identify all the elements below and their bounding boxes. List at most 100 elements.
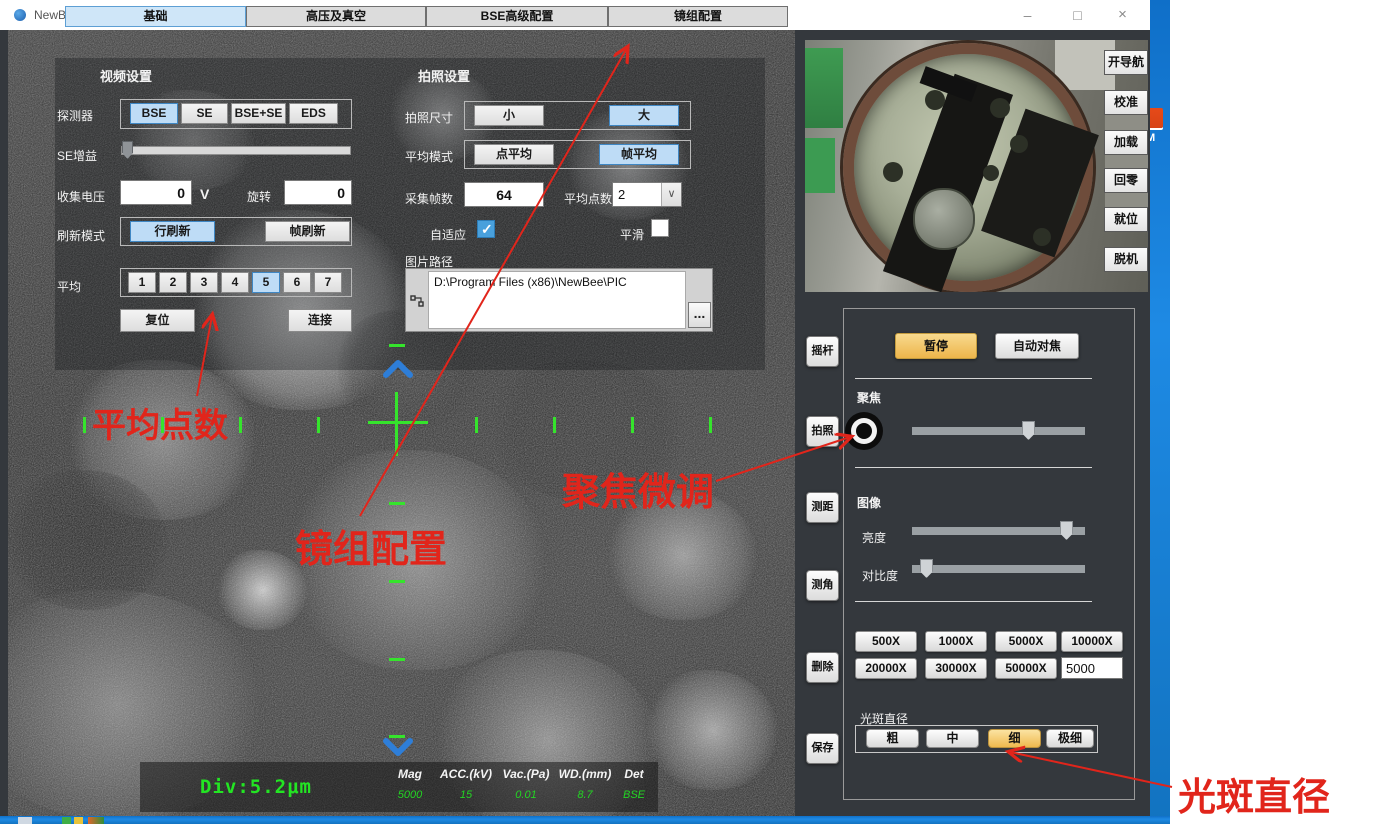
autofocus-button[interactable]: 自动对焦 bbox=[995, 333, 1079, 359]
taskbar-icon[interactable] bbox=[88, 817, 104, 824]
ruler-tick bbox=[709, 417, 712, 433]
tab-basic[interactable]: 基础 bbox=[65, 6, 246, 27]
status-acc: ACC.(kV)15 bbox=[435, 767, 497, 801]
average-5-button[interactable]: 5 bbox=[252, 272, 280, 293]
detector-label: 探测器 bbox=[57, 107, 93, 124]
average-2-button[interactable]: 2 bbox=[159, 272, 187, 293]
average-4-button[interactable]: 4 bbox=[221, 272, 249, 293]
mag-20000x-button[interactable]: 20000X bbox=[855, 658, 917, 679]
average-6-button[interactable]: 6 bbox=[283, 272, 311, 293]
pic-path-value[interactable]: D:\Program Files (x86)\NewBee\PIC bbox=[428, 271, 686, 329]
mag-30000x-button[interactable]: 30000X bbox=[925, 658, 987, 679]
adaptive-label: 自适应 bbox=[430, 226, 466, 243]
camera-hole bbox=[990, 98, 1010, 118]
measure-distance-button[interactable]: 测距 bbox=[806, 492, 839, 523]
taskbar-icon[interactable] bbox=[62, 817, 71, 824]
taskbar bbox=[0, 816, 1170, 824]
chevron-up-icon[interactable] bbox=[383, 359, 413, 379]
taskbar-icon[interactable] bbox=[74, 817, 83, 824]
maximize-button[interactable]: □ bbox=[1055, 0, 1100, 30]
brightness-slider-track[interactable] bbox=[912, 527, 1085, 535]
close-button[interactable]: × bbox=[1100, 0, 1145, 30]
nav-offline-button[interactable]: 脱机 bbox=[1104, 247, 1148, 272]
refresh-frame-button[interactable]: 帧刷新 bbox=[265, 221, 350, 242]
divider bbox=[855, 601, 1092, 602]
tab-hv-vacuum[interactable]: 高压及真空 bbox=[246, 6, 426, 27]
ruler-tick bbox=[389, 502, 405, 505]
magnification-input[interactable] bbox=[1061, 657, 1123, 679]
pic-path-box: D:\Program Files (x86)\NewBee\PIC ... bbox=[405, 268, 713, 332]
taskbar-icon[interactable] bbox=[18, 817, 32, 824]
browse-button[interactable]: ... bbox=[688, 302, 711, 328]
mag-50000x-button[interactable]: 50000X bbox=[995, 658, 1057, 679]
status-mag: Mag5000 bbox=[385, 767, 435, 801]
nav-in-position-button[interactable]: 就位 bbox=[1104, 207, 1148, 232]
refresh-line-button[interactable]: 行刷新 bbox=[130, 221, 215, 242]
ruler-tick bbox=[83, 417, 86, 433]
nav-home-button[interactable]: 回零 bbox=[1104, 168, 1148, 193]
detector-bse-se-button[interactable]: BSE+SE bbox=[231, 103, 286, 124]
measure-angle-button[interactable]: 测角 bbox=[806, 570, 839, 601]
detector-bse-button[interactable]: BSE bbox=[130, 103, 178, 124]
frames-label: 采集帧数 bbox=[405, 190, 453, 207]
frames-input[interactable] bbox=[464, 182, 544, 207]
minimize-button[interactable]: – bbox=[1005, 0, 1050, 30]
ruler-tick bbox=[389, 344, 405, 347]
nav-calibrate-button[interactable]: 校准 bbox=[1104, 90, 1148, 115]
mag-10000x-button[interactable]: 10000X bbox=[1061, 631, 1123, 652]
reset-button[interactable]: 复位 bbox=[120, 309, 195, 332]
average-7-button[interactable]: 7 bbox=[314, 272, 342, 293]
contrast-label: 对比度 bbox=[862, 567, 898, 584]
capture-button[interactable]: 拍照 bbox=[806, 416, 839, 447]
point-average-button[interactable]: 点平均 bbox=[474, 144, 554, 165]
save-button[interactable]: 保存 bbox=[806, 733, 839, 764]
nav-open-navigation-button[interactable]: 开导航 bbox=[1104, 50, 1148, 75]
refresh-mode-label: 刷新模式 bbox=[57, 227, 105, 244]
divider bbox=[855, 467, 1092, 468]
size-large-button[interactable]: 大 bbox=[609, 105, 679, 126]
mag-500x-button[interactable]: 500X bbox=[855, 631, 917, 652]
adaptive-checkbox[interactable] bbox=[477, 220, 495, 238]
average-1-button[interactable]: 1 bbox=[128, 272, 156, 293]
frame-average-button[interactable]: 帧平均 bbox=[599, 144, 679, 165]
mag-1000x-button[interactable]: 1000X bbox=[925, 631, 987, 652]
focus-fine-knob[interactable] bbox=[845, 412, 883, 450]
detector-se-button[interactable]: SE bbox=[181, 103, 228, 124]
screen: M NewBee – □ × bbox=[0, 0, 1385, 824]
focus-label: 聚焦 bbox=[857, 389, 881, 406]
connect-button[interactable]: 连接 bbox=[288, 309, 352, 332]
chevron-down-icon[interactable]: ∨ bbox=[661, 183, 681, 206]
mag-5000x-button[interactable]: 5000X bbox=[995, 631, 1057, 652]
annotation-spot-diameter: 光斑直径 bbox=[1178, 766, 1330, 821]
se-gain-slider-track[interactable] bbox=[121, 146, 351, 155]
voltage-unit-label: V bbox=[200, 186, 209, 202]
crosshair bbox=[368, 421, 428, 424]
path-picker-icon[interactable] bbox=[410, 295, 424, 307]
detector-eds-button[interactable]: EDS bbox=[289, 103, 338, 124]
pause-button[interactable]: 暂停 bbox=[895, 333, 977, 359]
image-section-label: 图像 bbox=[857, 494, 881, 511]
average-3-button[interactable]: 3 bbox=[190, 272, 218, 293]
smooth-checkbox[interactable] bbox=[651, 219, 669, 237]
tab-lens-config[interactable]: 镜组配置 bbox=[608, 6, 788, 27]
ruler-tick bbox=[631, 417, 634, 433]
focus-slider-track[interactable] bbox=[912, 427, 1085, 435]
chevron-down-icon[interactable] bbox=[383, 737, 413, 757]
contrast-slider-track[interactable] bbox=[912, 565, 1085, 573]
photo-settings-title: 拍照设置 bbox=[418, 66, 470, 85]
status-wd: WD.(mm)8.7 bbox=[555, 767, 615, 801]
camera-hole bbox=[1033, 228, 1051, 246]
collect-voltage-input[interactable] bbox=[120, 180, 192, 205]
ruler-tick bbox=[239, 417, 242, 433]
nav-load-button[interactable]: 加载 bbox=[1104, 130, 1148, 155]
camera-hole bbox=[925, 90, 945, 110]
delete-button[interactable]: 删除 bbox=[806, 652, 839, 683]
app-window: NewBee – □ × 基 bbox=[0, 0, 1150, 816]
camera-machinery bbox=[805, 48, 843, 128]
app-icon bbox=[14, 9, 26, 21]
tab-bse-advanced[interactable]: BSE高级配置 bbox=[426, 6, 608, 27]
joystick-button[interactable]: 摇杆 bbox=[806, 336, 839, 367]
rotate-input[interactable] bbox=[284, 180, 352, 205]
avg-points-select[interactable]: 2 ∨ bbox=[612, 182, 682, 207]
size-small-button[interactable]: 小 bbox=[474, 105, 544, 126]
